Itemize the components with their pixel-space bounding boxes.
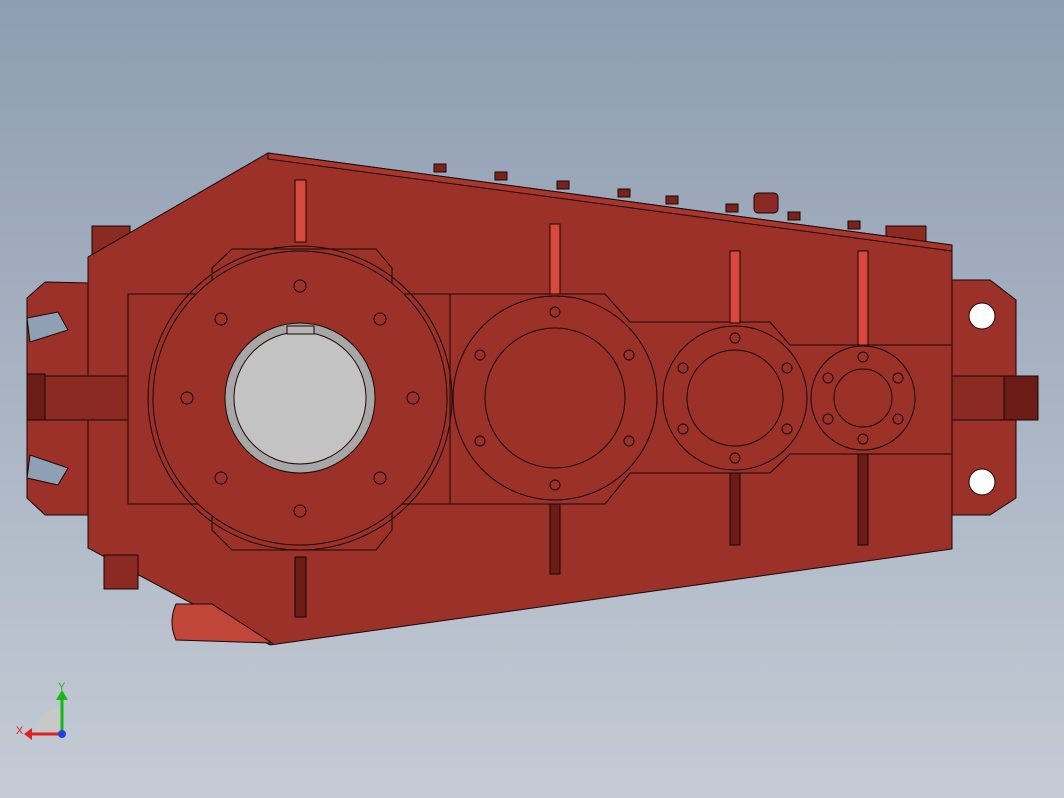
axis-triad: Y X — [16, 681, 68, 740]
left-shaft-end — [26, 373, 46, 421]
bearing-cover-intermediate-2 — [662, 325, 808, 471]
cad-viewport[interactable]: Y X — [0, 0, 1064, 798]
right-lug-hole-top — [968, 302, 996, 330]
bearing-cover-input — [810, 345, 916, 451]
triad-label-x: X — [16, 725, 24, 737]
gearbox-model[interactable] — [26, 152, 1039, 646]
breather-plug — [753, 192, 779, 214]
right-lug-hole-bottom — [968, 468, 996, 496]
triad-plane — [34, 708, 62, 734]
right-shaft-end — [1003, 375, 1039, 421]
bearing-cover-intermediate-1 — [452, 295, 658, 501]
bottom-foot-left — [103, 554, 139, 590]
triad-z-dot — [58, 730, 66, 738]
triad-label-y: Y — [58, 681, 66, 693]
